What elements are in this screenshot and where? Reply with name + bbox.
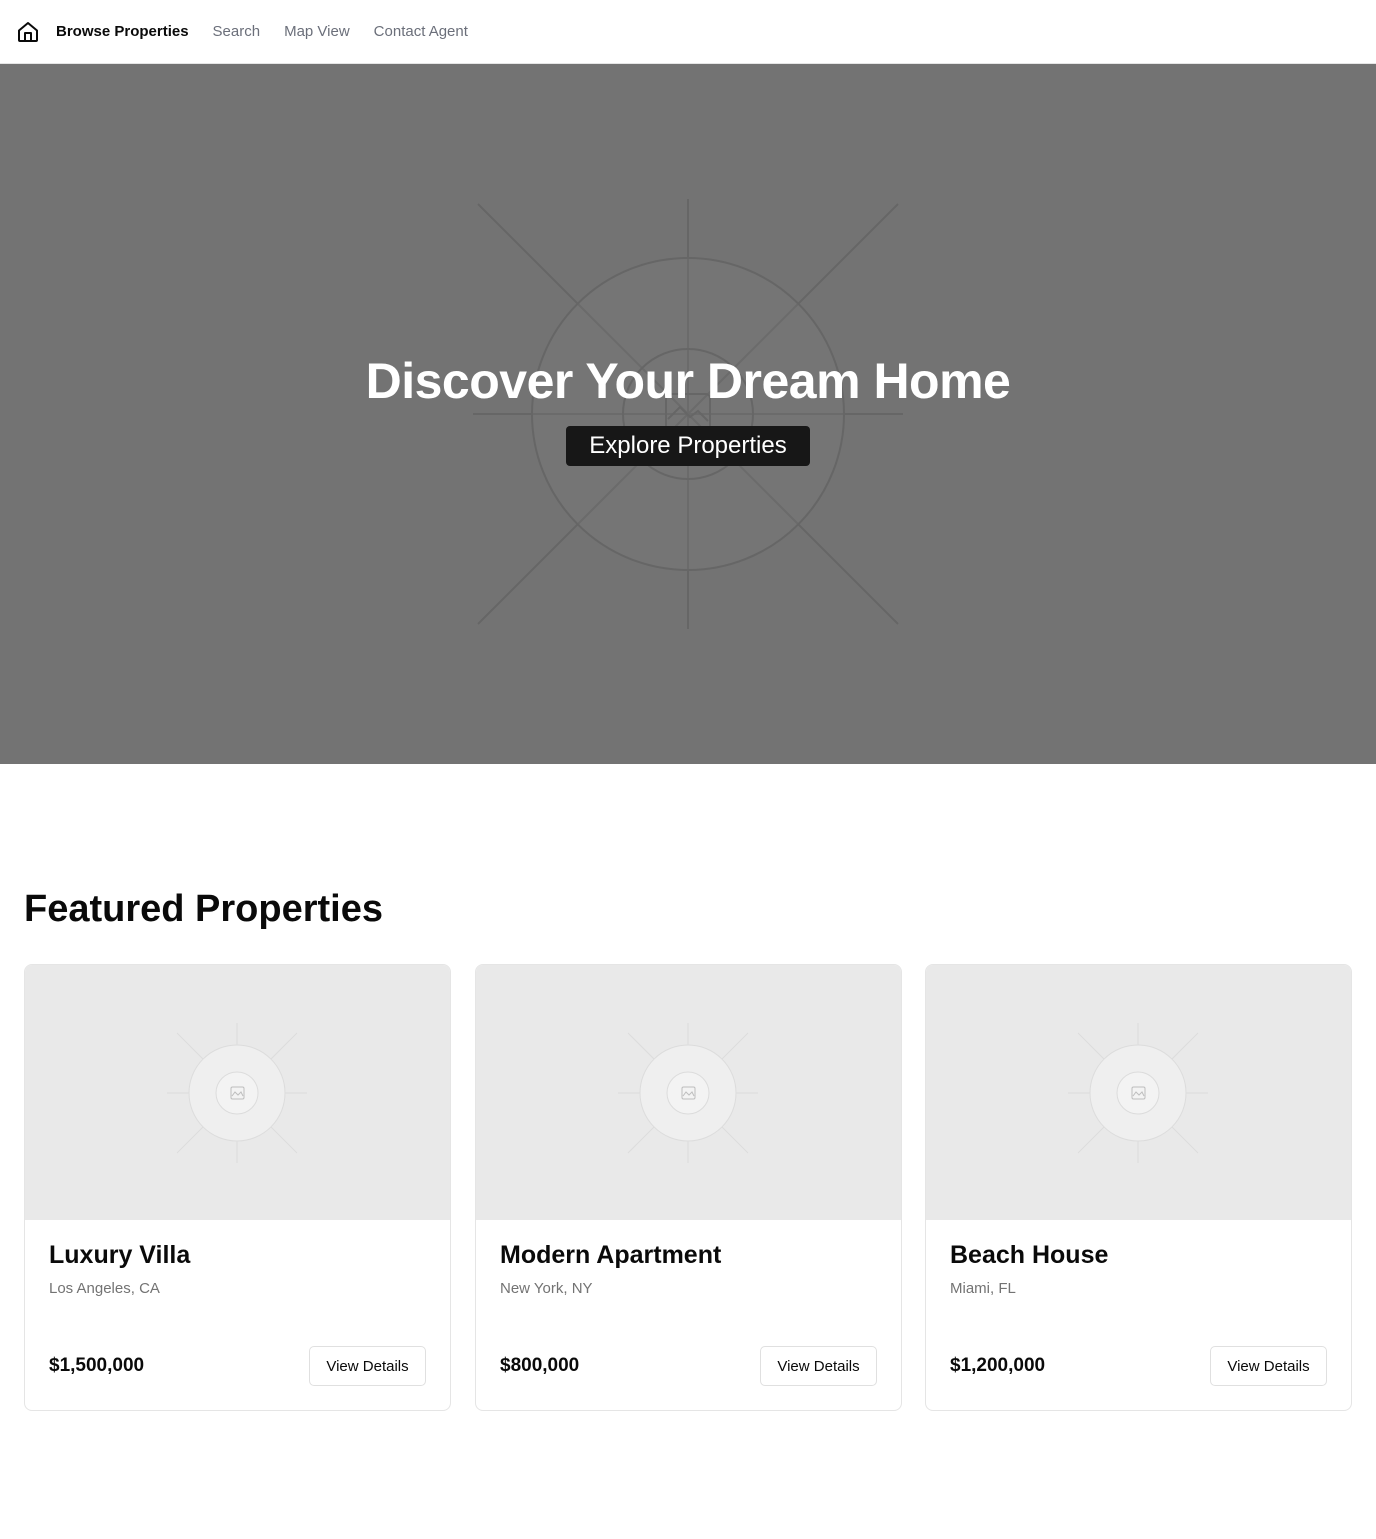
- top-navigation: Browse Properties Search Map View Contac…: [0, 0, 1376, 64]
- property-price: $800,000: [500, 1355, 580, 1376]
- view-details-button[interactable]: View Details: [760, 1346, 877, 1386]
- view-details-button[interactable]: View Details: [1210, 1346, 1327, 1386]
- property-location: New York, NY: [500, 1280, 593, 1297]
- explore-properties-button[interactable]: Explore Properties: [566, 426, 810, 466]
- property-price: $1,500,000: [49, 1355, 145, 1376]
- hero-title: Discover Your Dream Home: [365, 353, 1011, 409]
- image-placeholder-icon: [473, 199, 903, 629]
- property-name: Modern Apartment: [500, 1241, 722, 1269]
- property-name: Beach House: [950, 1241, 1109, 1269]
- property-image: [25, 965, 450, 1220]
- view-details-button[interactable]: View Details: [309, 1346, 426, 1386]
- nav-search[interactable]: Search: [213, 23, 261, 40]
- image-placeholder-icon: [1068, 1023, 1208, 1163]
- property-image: [926, 965, 1351, 1220]
- nav-contact-agent[interactable]: Contact Agent: [374, 23, 468, 40]
- property-location: Miami, FL: [950, 1280, 1016, 1297]
- hero-banner: Discover Your Dream Home Explore Propert…: [0, 64, 1376, 764]
- property-price: $1,200,000: [950, 1355, 1046, 1376]
- property-card[interactable]: Luxury Villa Los Angeles, CA $1,500,000 …: [24, 964, 451, 1411]
- nav-browse-properties[interactable]: Browse Properties: [56, 23, 189, 40]
- property-card[interactable]: Beach House Miami, FL $1,200,000 View De…: [925, 964, 1352, 1411]
- property-image: [476, 965, 901, 1220]
- property-card[interactable]: Modern Apartment New York, NY $800,000 V…: [475, 964, 902, 1411]
- property-name: Luxury Villa: [49, 1241, 191, 1269]
- image-placeholder-icon: [618, 1023, 758, 1163]
- section-title: Featured Properties: [24, 888, 383, 930]
- nav-map-view[interactable]: Map View: [284, 23, 350, 40]
- home-icon[interactable]: [16, 20, 40, 44]
- image-placeholder-icon: [167, 1023, 307, 1163]
- property-location: Los Angeles, CA: [49, 1280, 160, 1297]
